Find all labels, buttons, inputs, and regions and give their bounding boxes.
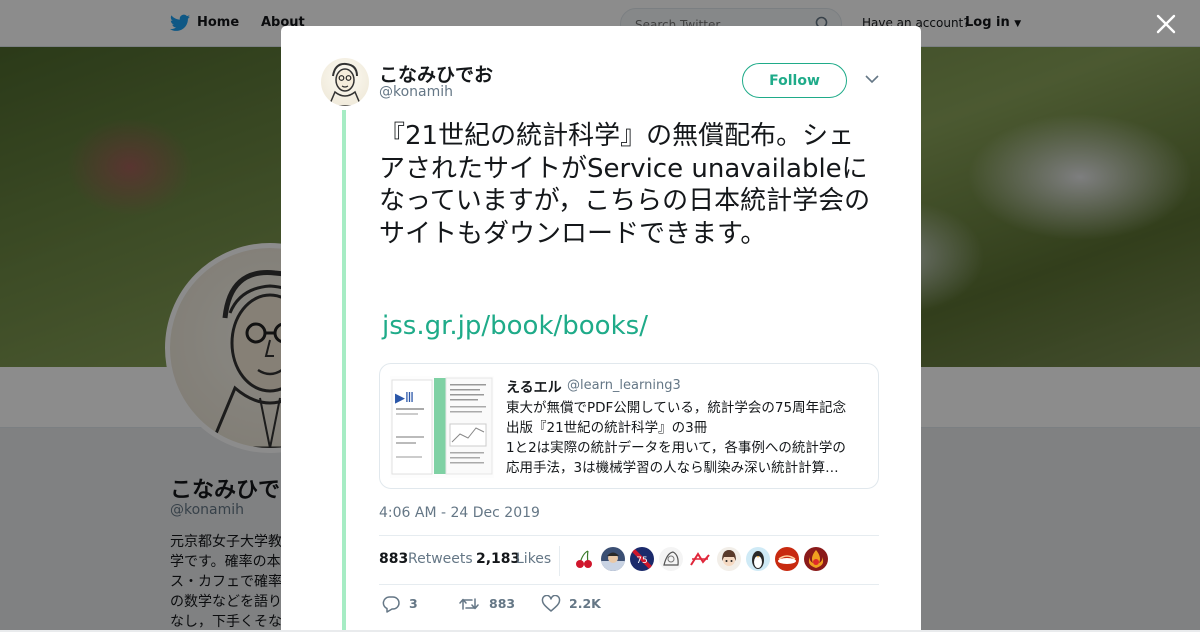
logo-avatar[interactable]: [688, 547, 712, 571]
quoted-tweet-image[interactable]: ▶Ⅲ: [390, 376, 494, 478]
anime-avatar-icon: [601, 547, 625, 571]
quoted-tweet-text: 東大が無償でPDF公開している，統計学会の75周年記念 出版『21世紀の統計科学…: [506, 398, 866, 478]
likes-count[interactable]: 2,183: [476, 551, 520, 567]
tweet-modal: こなみひでお @konamih Follow 『21世紀の統計科学』の無償配布。…: [281, 26, 921, 630]
penguin-avatar[interactable]: [746, 547, 770, 571]
cherries-avatar[interactable]: [572, 547, 596, 571]
anime-avatar[interactable]: [601, 547, 625, 571]
book-cover-thumbnail: ▶Ⅲ: [390, 376, 494, 478]
retweets-label[interactable]: Retweets: [408, 551, 473, 567]
svg-text:75: 75: [636, 556, 647, 566]
girl-avatar[interactable]: [717, 547, 741, 571]
quoted-author-handle[interactable]: @learn_learning3: [567, 378, 681, 393]
quoted-text-line: 東大が無償でPDF公開している，統計学会の75周年記念: [506, 400, 847, 416]
close-icon[interactable]: [1154, 12, 1178, 36]
quoted-tweet[interactable]: ▶Ⅲ えるエル @learn_learning3 東大が無償でPDF公開している…: [379, 363, 879, 489]
author-handle[interactable]: @konamih: [379, 84, 453, 100]
retweet-icon[interactable]: [459, 595, 479, 613]
cherries-icon: [572, 547, 596, 571]
logo-avatar-icon: [688, 547, 712, 571]
tweet-text: 『21世紀の統計科学』の無償配布。シェアされたサイトがService unava…: [379, 121, 871, 249]
heart-icon[interactable]: [541, 595, 561, 613]
retweet-count[interactable]: 883: [489, 596, 515, 611]
ds-avatar[interactable]: 75: [630, 547, 654, 571]
tweet-stats: 883 Retweets 2,183 Likes 75: [379, 535, 879, 585]
retweets-count[interactable]: 883: [379, 551, 408, 567]
tweet-timestamp[interactable]: 4:06 AM - 24 Dec 2019: [379, 505, 540, 521]
author-name[interactable]: こなみひでお: [379, 60, 493, 87]
svg-text:▶Ⅲ: ▶Ⅲ: [395, 391, 414, 406]
red-avatar-icon: [775, 547, 799, 571]
chevron-down-icon[interactable]: [865, 74, 879, 84]
reply-count[interactable]: 3: [409, 596, 418, 611]
quoted-text-line: 出版『21世紀の統計科学』の3冊: [506, 420, 708, 436]
quoted-text-line: 応用手法，3は機械学習の人なら馴染み深い統計計算…: [506, 460, 839, 476]
likes-label[interactable]: Likes: [516, 551, 551, 567]
tweet-link[interactable]: jss.gr.jp/book/books/: [382, 311, 648, 341]
tweet-actions: 3 883 2.2K: [379, 591, 879, 621]
red-avatar[interactable]: [775, 547, 799, 571]
reply-icon[interactable]: [381, 595, 401, 613]
girl-avatar-icon: [717, 547, 741, 571]
ds-logo-icon: 75: [630, 547, 654, 571]
flame-avatar[interactable]: [804, 547, 828, 571]
author-avatar[interactable]: [321, 58, 369, 106]
flame-avatar-icon: [804, 547, 828, 571]
sketch-avatar-icon: [659, 547, 683, 571]
thread-line: [342, 110, 346, 630]
author-avatar-drawing: [328, 62, 362, 106]
quoted-text-line: 1と2は実際の統計データを用いて，各事例への統計学の: [506, 440, 846, 456]
penguin-icon: [746, 547, 770, 571]
sketch-avatar[interactable]: [659, 547, 683, 571]
stats-divider: [559, 546, 560, 576]
follow-button[interactable]: Follow: [742, 63, 847, 98]
like-count[interactable]: 2.2K: [569, 596, 601, 611]
quoted-author-name[interactable]: えるエル: [506, 377, 562, 397]
